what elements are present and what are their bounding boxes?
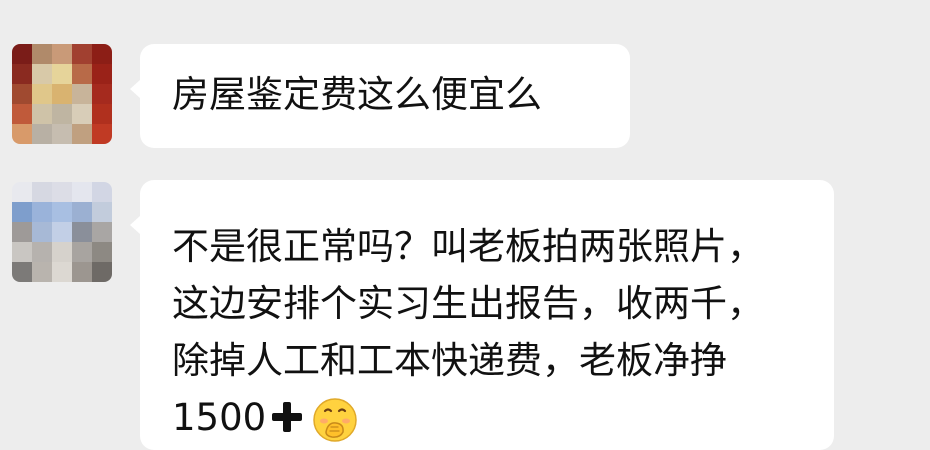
plus-icon (272, 402, 303, 432)
message-line-last: 1500 (172, 389, 812, 446)
message-line: 除掉人工和工本快递费，老板净挣 (172, 339, 727, 382)
message-line: 不是很正常吗？叫老板拍两张照片， (172, 225, 764, 268)
message-text: 不是很正常吗？叫老板拍两张照片， 这边安排个实习生出报告，收两千， 除掉人工和工… (172, 218, 812, 446)
message-line: 这边安排个实习生出报告，收两千， (172, 282, 764, 325)
avatar[interactable] (12, 182, 112, 282)
message-bubble[interactable]: 房屋鉴定费这么便宜么 (130, 44, 630, 148)
amount-text: 1500 (172, 396, 267, 439)
message-text: 房屋鉴定费这么便宜么 (172, 73, 542, 116)
avatar[interactable] (12, 44, 112, 144)
cover-mouth-emoji-icon (313, 398, 357, 442)
chat-area: 房屋鉴定费这么便宜么 不是很正常吗？叫老板拍两张照片， 这边安排个实习生出报告，… (0, 0, 930, 450)
message-bubble[interactable]: 不是很正常吗？叫老板拍两张照片， 这边安排个实习生出报告，收两千， 除掉人工和工… (130, 180, 834, 450)
